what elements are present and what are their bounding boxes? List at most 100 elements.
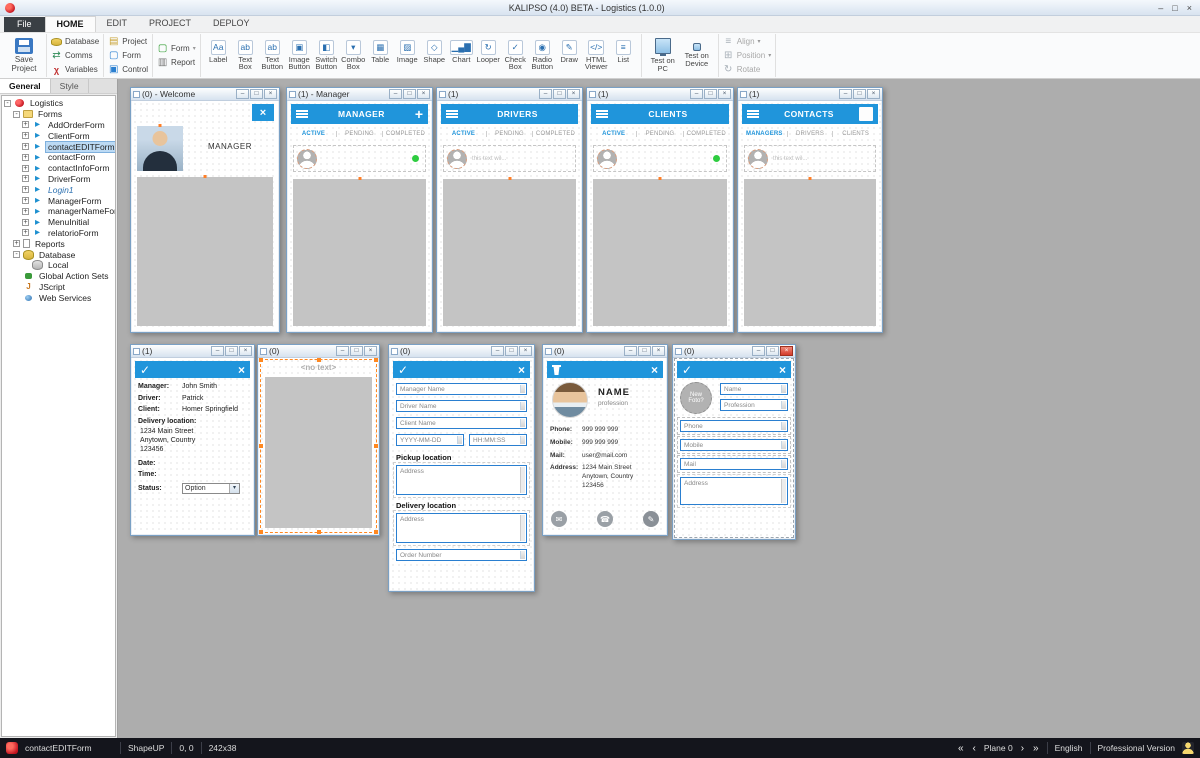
test-on-device-button[interactable]: Test on Device <box>680 43 714 68</box>
text-input[interactable]: Driver Name <box>396 400 527 412</box>
expand-toggle[interactable]: + <box>22 154 29 161</box>
chart-tool[interactable]: ▁▄▇ Chart <box>448 40 475 72</box>
designer-window-contact-edit-selected[interactable]: (0) – □ × <no text> <box>257 344 380 536</box>
delivery-address-textarea[interactable]: Address <box>396 513 527 543</box>
tree-item[interactable]: + contactEDITForm <box>2 141 115 152</box>
tree-item[interactable]: + relatorioForm <box>2 228 115 239</box>
designer-window-contact-info[interactable]: (0) – □ × × NAME <box>542 344 668 536</box>
mdi-close-button[interactable]: × <box>567 89 580 99</box>
menu-burger-icon[interactable] <box>296 110 308 118</box>
form-design-surface[interactable]: <no text> <box>259 358 378 534</box>
text-input[interactable]: Client Name <box>396 417 527 429</box>
mdi-minimize-button[interactable]: – <box>491 346 504 356</box>
insert-form-button[interactable]: Form ▾ <box>157 43 196 55</box>
tree-item[interactable]: + contactForm <box>2 152 115 163</box>
segment-tab[interactable]: PENDING <box>486 131 532 137</box>
mdi-close-button[interactable]: × <box>239 346 252 356</box>
database-button[interactable]: Database ▾ <box>51 36 99 48</box>
tree-item[interactable]: + Reports <box>2 238 115 249</box>
form-header-bar[interactable]: CONTACTS <box>742 104 878 124</box>
form-header-bar[interactable]: CLIENTS <box>591 104 729 124</box>
mdi-close-button[interactable]: × <box>519 346 532 356</box>
expand-toggle[interactable]: + <box>22 197 29 204</box>
expand-toggle[interactable]: + <box>22 132 29 139</box>
image-button-tool[interactable]: ▣ Image Button <box>286 40 313 72</box>
selection-handle[interactable] <box>374 444 378 448</box>
date-input[interactable]: YYYY-MM-DD <box>396 434 464 446</box>
confirm-button[interactable]: ✓ <box>682 364 692 376</box>
form-header-bar[interactable]: ✓ × <box>135 361 250 378</box>
segment-tab[interactable]: ACTIVE <box>291 131 336 137</box>
close-button-control[interactable]: × <box>651 364 658 376</box>
expand-toggle[interactable]: + <box>22 219 29 226</box>
form-design-surface[interactable]: ✓ × Manager: John Smith <box>132 358 253 534</box>
segment-tab[interactable]: COMPLETED <box>683 131 729 137</box>
confirm-button[interactable]: ✓ <box>140 364 150 376</box>
manager-photo[interactable] <box>137 126 183 171</box>
user-icon[interactable] <box>1182 742 1194 754</box>
text-input[interactable]: Manager Name <box>396 383 527 395</box>
mdi-minimize-button[interactable]: – <box>624 346 637 356</box>
text-input[interactable]: Phone <box>680 420 788 432</box>
selection-handle[interactable] <box>259 444 263 448</box>
control-button[interactable]: Control ▾ <box>108 64 148 76</box>
contact-field-row[interactable]: Phone: 999 999 999 <box>550 426 660 435</box>
form-button[interactable]: Form ▾ <box>108 50 141 62</box>
tree-item[interactable]: + DriverForm <box>2 174 115 185</box>
expand-toggle[interactable]: - <box>13 251 20 258</box>
designer-window-contact-edit[interactable]: (0) – □ × ✓ × New Foto? <box>672 344 796 540</box>
text-box-tool[interactable]: ab Text Box <box>232 40 259 72</box>
form-design-surface[interactable]: × MANAGER <box>132 101 278 331</box>
selection-handle[interactable] <box>317 358 321 362</box>
switch-button-tool[interactable]: ◧ Switch Button <box>313 40 340 72</box>
confirm-button[interactable]: ✓ <box>398 364 408 376</box>
window-minimize-button[interactable]: – <box>1158 3 1163 13</box>
tree-item[interactable]: + contactInfoForm <box>2 163 115 174</box>
tree-item[interactable]: - Database <box>2 249 115 260</box>
designer-window-drivers[interactable]: (1) – □ × DRIVERS ACTIVEPENDINGCOMPLETED <box>436 87 583 333</box>
profession-input[interactable]: Profession <box>720 399 788 411</box>
radio-button-tool[interactable]: ◉ Radio Button <box>529 40 556 72</box>
combo-box-tool[interactable]: ▾ Combo Box <box>340 40 367 72</box>
expand-toggle[interactable]: - <box>13 111 20 118</box>
date-label[interactable]: Date: <box>138 460 182 467</box>
form-design-surface[interactable]: CLIENTS ACTIVEPENDINGCOMPLETED <box>588 101 732 331</box>
label-tool[interactable]: Aa Label <box>205 40 232 72</box>
selection-handle[interactable] <box>259 358 263 362</box>
mdi-minimize-button[interactable]: – <box>839 89 852 99</box>
detail-row[interactable]: Driver: Patrick <box>138 395 247 402</box>
designer-window-manager[interactable]: (1) - Manager – □ × MANAGER + A <box>286 87 433 333</box>
segment-tab[interactable]: MANAGERS <box>742 131 787 137</box>
shape-tool[interactable]: ◇ Shape <box>421 40 448 72</box>
name-input[interactable]: Name <box>720 383 788 395</box>
image-tool[interactable]: ▨ Image <box>394 40 421 72</box>
tree-item[interactable]: Local <box>2 260 115 271</box>
list-placeholder[interactable] <box>744 179 876 326</box>
tree-item[interactable]: + ClientForm <box>2 130 115 141</box>
looper-tool[interactable]: ↻ Looper <box>475 40 502 72</box>
next-plane-button[interactable]: › <box>1020 743 1025 754</box>
menu-burger-icon[interactable] <box>446 110 458 118</box>
window-maximize-button[interactable]: □ <box>1172 3 1177 13</box>
tab-project[interactable]: PROJECT <box>138 16 202 32</box>
selection-handle[interactable] <box>317 530 321 534</box>
segment-tab[interactable]: PENDING <box>336 131 382 137</box>
mdi-close-button[interactable]: × <box>780 346 793 356</box>
status-dropdown[interactable]: Option ▾ <box>182 483 240 494</box>
contact-photo[interactable] <box>552 382 588 418</box>
delivery-address-value[interactable]: 1234 Main Street Anytown, Country 123456 <box>140 427 247 455</box>
tree-item[interactable]: Web Services <box>2 292 115 303</box>
selection-handle[interactable] <box>374 530 378 534</box>
manager-label[interactable]: MANAGER <box>186 142 274 151</box>
draw-tool[interactable]: ✎ Draw <box>556 40 583 72</box>
form-design-surface[interactable]: ✓ × Manager Name Driver Name Clien <box>390 358 533 590</box>
tree-item[interactable]: - Forms <box>2 109 115 120</box>
mdi-close-button[interactable]: × <box>867 89 880 99</box>
mdi-restore-button[interactable]: □ <box>250 89 263 99</box>
expand-toggle[interactable]: + <box>22 143 29 150</box>
expand-toggle[interactable]: - <box>4 100 11 107</box>
tree-item[interactable]: + Login1 <box>2 184 115 195</box>
menu-burger-icon[interactable] <box>747 110 759 118</box>
tab-edit[interactable]: EDIT <box>96 16 139 32</box>
form-header-bar[interactable]: × <box>547 361 663 378</box>
